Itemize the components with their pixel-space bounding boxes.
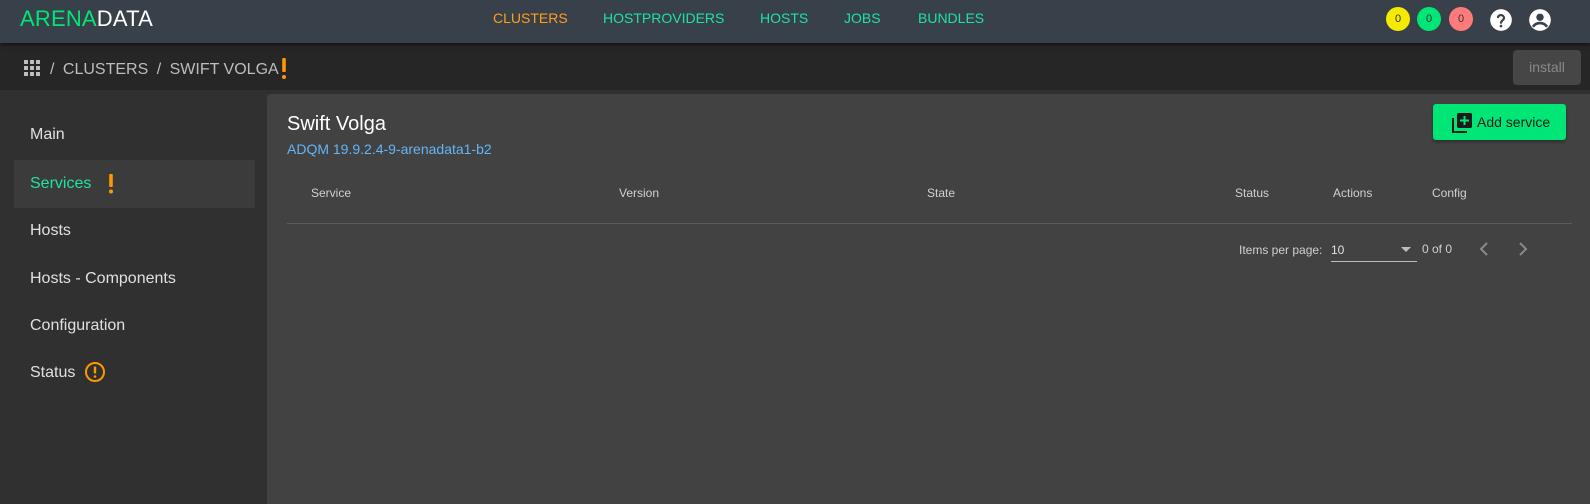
page-title: Swift Volga xyxy=(287,113,386,135)
logo-part-data: DATA xyxy=(96,6,154,31)
page-range-label: 0 of 0 xyxy=(1422,242,1453,256)
warning-circle-icon xyxy=(85,362,105,382)
add-service-button[interactable]: Add service xyxy=(1433,104,1566,140)
sidebar-item-label: Services xyxy=(30,175,92,192)
breadcrumb-separator: / xyxy=(156,61,162,78)
sidebar-item-label: Configuration xyxy=(30,317,126,334)
breadcrumb-separator: / xyxy=(50,61,55,78)
top-app-bar: ARENADATA CLUSTERS HOSTPROVIDERS HOSTS J… xyxy=(0,0,1590,43)
library-add-icon xyxy=(1452,113,1472,133)
page-size-select[interactable]: 10 xyxy=(1331,237,1417,262)
install-button[interactable]: install xyxy=(1513,50,1581,85)
breadcrumb-bar: / CLUSTERS / SWIFT VOLGA install xyxy=(0,43,1590,90)
next-page-icon[interactable] xyxy=(1511,237,1535,261)
column-header-config: Config xyxy=(1432,186,1467,200)
sidebar-item-main[interactable]: Main xyxy=(14,111,255,159)
sidebar-item-hosts-components[interactable]: Hosts - Components xyxy=(14,255,255,303)
column-header-version[interactable]: Version xyxy=(619,186,659,200)
sidebar-item-services[interactable]: Services xyxy=(14,160,255,208)
sidebar: Main Services Hosts Hosts - Components C… xyxy=(0,90,264,504)
apps-grid-icon[interactable] xyxy=(24,60,42,78)
previous-page-icon[interactable] xyxy=(1472,237,1496,261)
main-panel: Swift Volga ADQM 19.9.2.4-9-arenadata1-b… xyxy=(267,94,1590,504)
sidebar-item-label: Status xyxy=(30,364,76,381)
logo[interactable]: ARENADATA xyxy=(20,6,153,32)
breadcrumb-cluster-name[interactable]: SWIFT VOLGA xyxy=(170,61,279,78)
account-icon[interactable] xyxy=(1527,7,1553,33)
column-header-state[interactable]: State xyxy=(927,186,955,200)
logo-part-arena: ARENA xyxy=(20,6,97,31)
table-divider xyxy=(287,223,1572,224)
sidebar-item-configuration[interactable]: Configuration xyxy=(14,302,255,350)
add-service-label: Add service xyxy=(1477,114,1551,130)
sidebar-item-hosts[interactable]: Hosts xyxy=(14,207,255,255)
running-count-badge[interactable]: 0 xyxy=(1386,7,1410,31)
nav-clusters[interactable]: CLUSTERS xyxy=(493,10,568,26)
items-per-page-label: Items per page: xyxy=(1239,243,1323,257)
sidebar-item-label: Hosts xyxy=(30,222,71,239)
failed-count-badge[interactable]: 0 xyxy=(1449,7,1473,31)
page-size-value: 10 xyxy=(1331,243,1345,257)
sidebar-item-label: Main xyxy=(30,126,65,143)
sidebar-item-status[interactable]: Status xyxy=(14,349,255,397)
breadcrumb-clusters[interactable]: CLUSTERS xyxy=(63,61,148,78)
nav-hostproviders[interactable]: HOSTPROVIDERS xyxy=(603,10,724,26)
nav-hosts[interactable]: HOSTS xyxy=(760,10,808,26)
nav-bundles[interactable]: BUNDLES xyxy=(918,10,984,26)
breadcrumb: / CLUSTERS / SWIFT VOLGA xyxy=(50,61,283,79)
success-count-badge[interactable]: 0 xyxy=(1417,7,1441,31)
column-header-actions: Actions xyxy=(1333,186,1373,200)
nav-jobs[interactable]: JOBS xyxy=(844,10,881,26)
help-icon[interactable] xyxy=(1488,7,1514,33)
sidebar-item-label: Hosts - Components xyxy=(30,270,176,287)
chevron-down-icon xyxy=(1401,247,1411,252)
column-header-status: Status xyxy=(1235,186,1270,200)
column-header-service[interactable]: Service xyxy=(311,186,351,200)
warning-icon xyxy=(109,174,113,194)
warning-icon xyxy=(282,58,286,79)
bundle-link[interactable]: ADQM 19.9.2.4-9-arenadata1-b2 xyxy=(287,141,492,157)
